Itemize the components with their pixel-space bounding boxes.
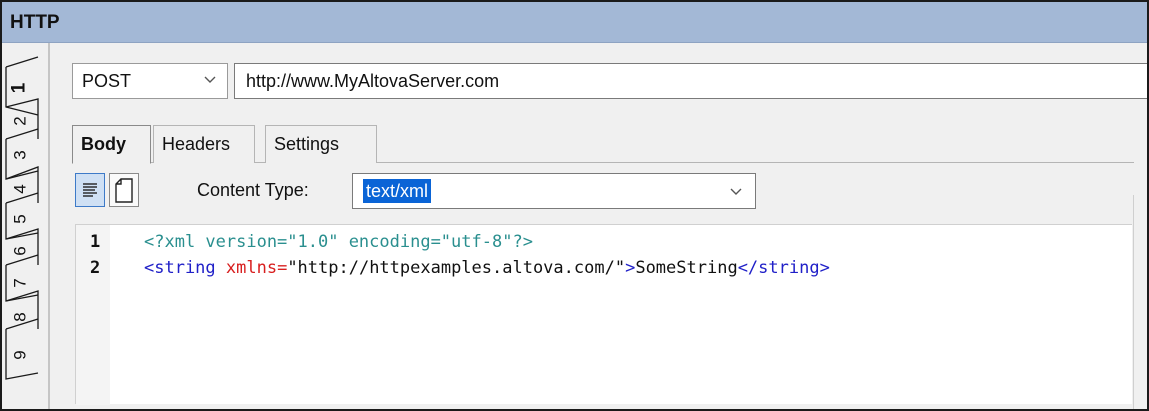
http-window: HTTP 1 2 3 4 5 6 7 8 9 POST http://www.M… <box>0 0 1149 411</box>
request-tabs: Body Headers Settings <box>72 125 1147 164</box>
vtab-4[interactable]: 4 <box>11 177 36 203</box>
content-type-label: Content Type: <box>197 180 309 200</box>
content-type-dropdown[interactable]: text/xml <box>352 173 756 209</box>
title-bar: HTTP <box>2 2 1147 43</box>
vtab-2[interactable]: 2 <box>11 109 36 135</box>
tab-settings[interactable]: Settings <box>265 125 377 163</box>
xml-tag-end: > <box>625 258 636 278</box>
vtab-6[interactable]: 6 <box>11 239 36 265</box>
method-value: POST <box>82 71 132 91</box>
code-line: 2 <string xmlns="http://httpexamples.alt… <box>76 258 1126 284</box>
document-view-button[interactable] <box>109 173 139 207</box>
code-line: 1 <?xml version="1.0" encoding="utf-8"?> <box>76 232 1126 258</box>
request-panel: POST Body Headers Settings <box>72 43 1147 409</box>
xml-close-tag: </string> <box>737 258 830 278</box>
tab-body[interactable]: Body <box>72 125 151 164</box>
text-view-icon <box>83 183 97 197</box>
xml-open-tag: <string <box>144 258 216 278</box>
window-title: HTTP <box>10 12 60 33</box>
xml-declaration: <?xml version="1.0" encoding="utf-8"?> <box>144 232 533 252</box>
body-editor[interactable]: 1 <?xml version="1.0" encoding="utf-8"?>… <box>75 224 1132 405</box>
url-input[interactable] <box>234 63 1147 99</box>
vtab-8[interactable]: 8 <box>11 305 36 331</box>
request-tab-strip: 1 2 3 4 5 6 7 8 9 <box>2 43 50 409</box>
vtab-1[interactable]: 1 <box>8 73 36 103</box>
document-view-icon <box>115 178 133 203</box>
xml-attr-name: xmlns= <box>215 258 288 278</box>
vtab-5[interactable]: 5 <box>11 207 36 233</box>
vertical-scrollbar[interactable] <box>1133 195 1147 409</box>
vtab-7[interactable]: 7 <box>11 271 36 297</box>
xml-text: SomeString <box>635 258 738 278</box>
text-view-button[interactable] <box>75 173 105 207</box>
line-number: 2 <box>90 258 101 278</box>
tab-headers[interactable]: Headers <box>153 125 255 163</box>
method-dropdown[interactable]: POST <box>72 63 228 99</box>
vtab-3[interactable]: 3 <box>11 143 36 169</box>
xml-attr-value: "http://httpexamples.altova.com/" <box>287 258 626 278</box>
content-type-value: text/xml <box>363 179 432 203</box>
chevron-down-icon <box>730 188 742 195</box>
line-number: 1 <box>90 232 101 252</box>
vtab-9[interactable]: 9 <box>11 343 36 369</box>
chevron-down-icon <box>204 76 216 83</box>
